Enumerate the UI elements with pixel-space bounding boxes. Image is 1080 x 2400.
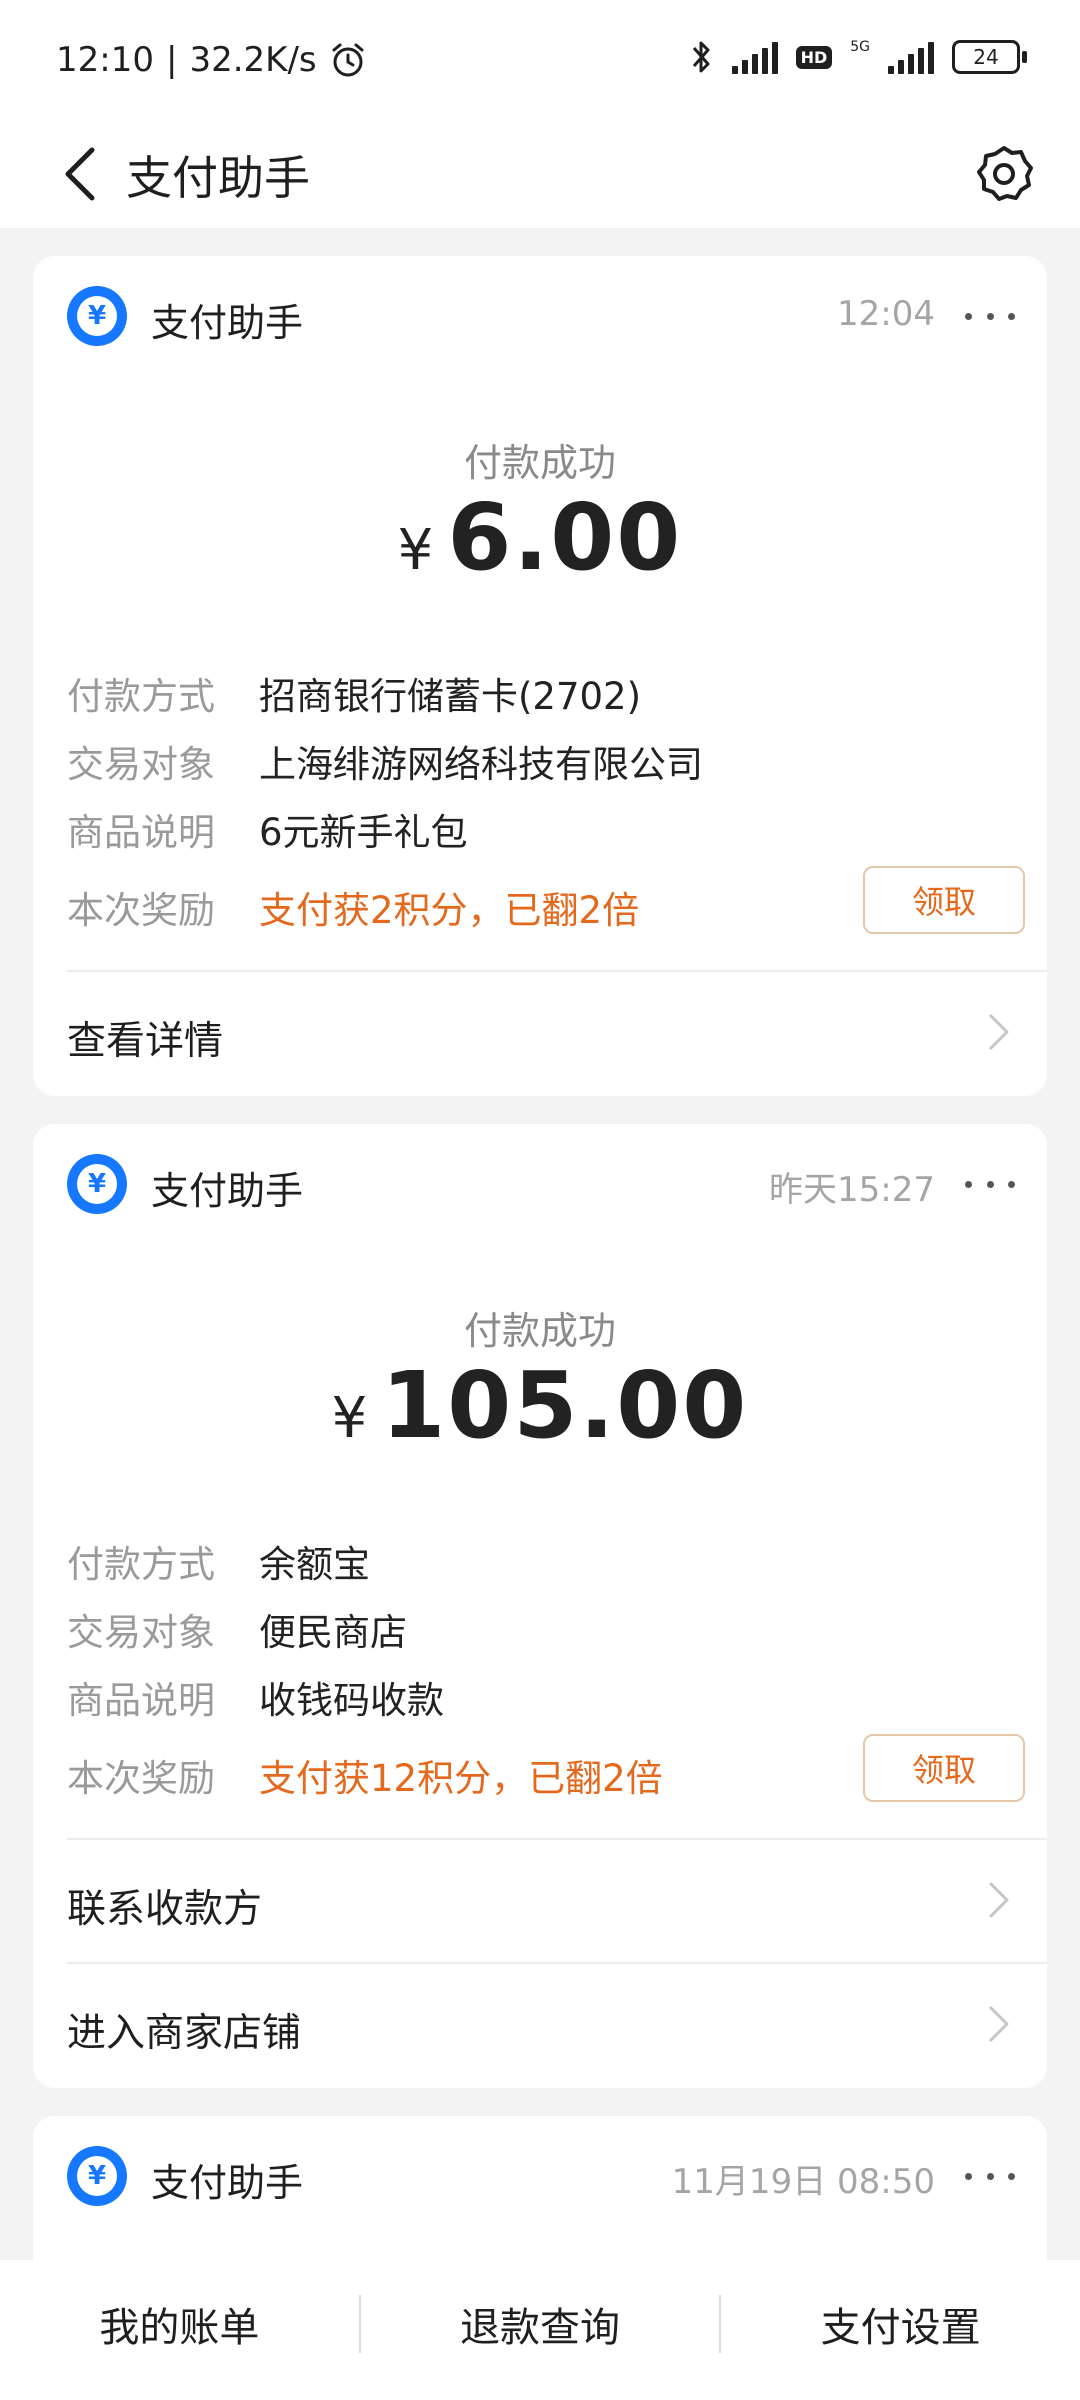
- status-left: 12:10 | 32.2K/s: [56, 40, 367, 80]
- card-app-name: 支付助手: [151, 2161, 304, 2205]
- link-label: 联系收款方: [67, 1887, 263, 1932]
- row-value: 便民商店: [259, 1611, 407, 1654]
- alipay-logo-icon: ¥: [67, 2146, 127, 2206]
- row-label: 本次奖励: [67, 889, 215, 932]
- my-bills-button[interactable]: 我的账单: [0, 2260, 359, 2400]
- app-header: 支付助手: [0, 120, 1080, 228]
- card-app-name: 支付助手: [151, 301, 304, 345]
- more-options-button[interactable]: [965, 296, 1015, 336]
- merchant-store-link[interactable]: 进入商家店铺: [33, 1964, 1047, 2084]
- chevron-right-icon: [989, 1882, 1009, 1918]
- settings-button[interactable]: [964, 134, 1044, 214]
- payment-card: ¥ 支付助手 12:04 付款成功 ¥ 6.00 付款方式 招商银行储蓄卡(27…: [33, 256, 1047, 1096]
- card-time: 11月19日 08:50: [671, 2162, 935, 2202]
- row-value: 余额宝: [259, 1543, 370, 1586]
- claim-button[interactable]: 领取: [863, 866, 1025, 934]
- chevron-right-icon: [989, 2006, 1009, 2042]
- link-label: 进入商家店铺: [67, 2011, 302, 2056]
- alarm-icon: [332, 43, 364, 77]
- currency-symbol: ¥: [331, 1386, 368, 1451]
- payment-amount: ¥ 105.00: [33, 1352, 1047, 1459]
- page-title: 支付助手: [126, 151, 310, 205]
- reward-row: 本次奖励 支付获12积分，已翻2倍 领取: [67, 1734, 1025, 1808]
- payment-settings-button[interactable]: 支付设置: [721, 2260, 1080, 2400]
- back-arrow-icon: [65, 147, 95, 201]
- claim-button[interactable]: 领取: [863, 1734, 1025, 1802]
- battery-level: 24: [973, 45, 999, 69]
- payment-amount: ¥ 6.00: [33, 484, 1047, 591]
- row-label: 交易对象: [67, 743, 215, 786]
- more-options-button[interactable]: [965, 1164, 1015, 1204]
- network-speed: 32.2K/s: [189, 40, 317, 80]
- currency-symbol: ¥: [397, 518, 434, 583]
- row-label: 商品说明: [67, 1679, 215, 1722]
- detail-row: 付款方式 余额宝: [67, 1534, 1013, 1594]
- status-right: HD 5G 24: [690, 38, 1027, 76]
- detail-row: 付款方式 招商银行储蓄卡(2702): [67, 666, 1013, 726]
- alipay-logo-icon: ¥: [67, 286, 127, 346]
- amount-value: 6.00: [447, 484, 683, 591]
- payment-status: 付款成功: [463, 441, 616, 485]
- card-app-name: 支付助手: [151, 1169, 304, 1213]
- row-label: 交易对象: [67, 1611, 215, 1654]
- payment-card: ¥ 支付助手 11月19日 08:50: [33, 2116, 1047, 2260]
- hd-badge: HD: [795, 45, 833, 69]
- refund-query-button[interactable]: 退款查询: [361, 2260, 720, 2400]
- contact-payee-link[interactable]: 联系收款方: [33, 1840, 1047, 1960]
- back-button[interactable]: [40, 134, 120, 214]
- detail-row: 商品说明 收钱码收款: [67, 1670, 1013, 1730]
- status-time: 12:10: [56, 40, 154, 80]
- card-time: 昨天15:27: [769, 1170, 935, 1210]
- row-value: 收钱码收款: [259, 1679, 444, 1722]
- row-label: 付款方式: [67, 1543, 215, 1586]
- link-label: 查看详情: [67, 1019, 224, 1064]
- row-label: 付款方式: [67, 675, 215, 718]
- detail-row: 商品说明 6元新手礼包: [67, 802, 1013, 862]
- row-value: 6元新手礼包: [259, 811, 468, 854]
- row-label: 商品说明: [67, 811, 215, 854]
- status-separator: |: [165, 40, 178, 80]
- status-bar: 12:10 | 32.2K/s HD 5G 24: [0, 0, 1080, 120]
- alipay-logo-icon: ¥: [67, 1154, 127, 1214]
- detail-row: 交易对象 便民商店: [67, 1602, 1013, 1662]
- row-label: 本次奖励: [67, 1757, 215, 1800]
- view-details-link[interactable]: 查看详情: [33, 972, 1047, 1092]
- row-value: 招商银行储蓄卡(2702): [259, 675, 642, 718]
- row-value: 上海绯游网络科技有限公司: [259, 743, 703, 786]
- card-header: ¥ 支付助手 11月19日 08:50: [33, 2116, 1047, 2236]
- network-type: 5G: [850, 39, 870, 55]
- detail-row: 交易对象 上海绯游网络科技有限公司: [67, 734, 1013, 794]
- chevron-right-icon: [989, 1014, 1009, 1050]
- reward-value: 支付获2积分，已翻2倍: [259, 889, 640, 932]
- card-header: ¥ 支付助手 昨天15:27: [33, 1124, 1047, 1244]
- signal-5g-icon: [888, 40, 934, 74]
- reward-row: 本次奖励 支付获2积分，已翻2倍 领取: [67, 866, 1025, 940]
- payment-card: ¥ 支付助手 昨天15:27 付款成功 ¥ 105.00 付款方式 余额宝 交易…: [33, 1124, 1047, 2088]
- amount-value: 105.00: [381, 1352, 749, 1459]
- card-time: 12:04: [837, 294, 935, 334]
- battery-icon: 24: [952, 40, 1027, 74]
- more-options-button[interactable]: [965, 2156, 1015, 2196]
- signal-icon: [731, 40, 778, 74]
- bottom-menu-bar: 我的账单 退款查询 支付设置: [0, 2260, 1080, 2400]
- card-header: ¥ 支付助手 12:04: [33, 256, 1047, 376]
- reward-value: 支付获12积分，已翻2倍: [259, 1757, 663, 1800]
- payment-status: 付款成功: [463, 1309, 616, 1353]
- message-list[interactable]: ¥ 支付助手 12:04 付款成功 ¥ 6.00 付款方式 招商银行储蓄卡(27…: [0, 228, 1080, 2260]
- bluetooth-icon: [692, 41, 710, 73]
- gear-icon: [977, 146, 1033, 201]
